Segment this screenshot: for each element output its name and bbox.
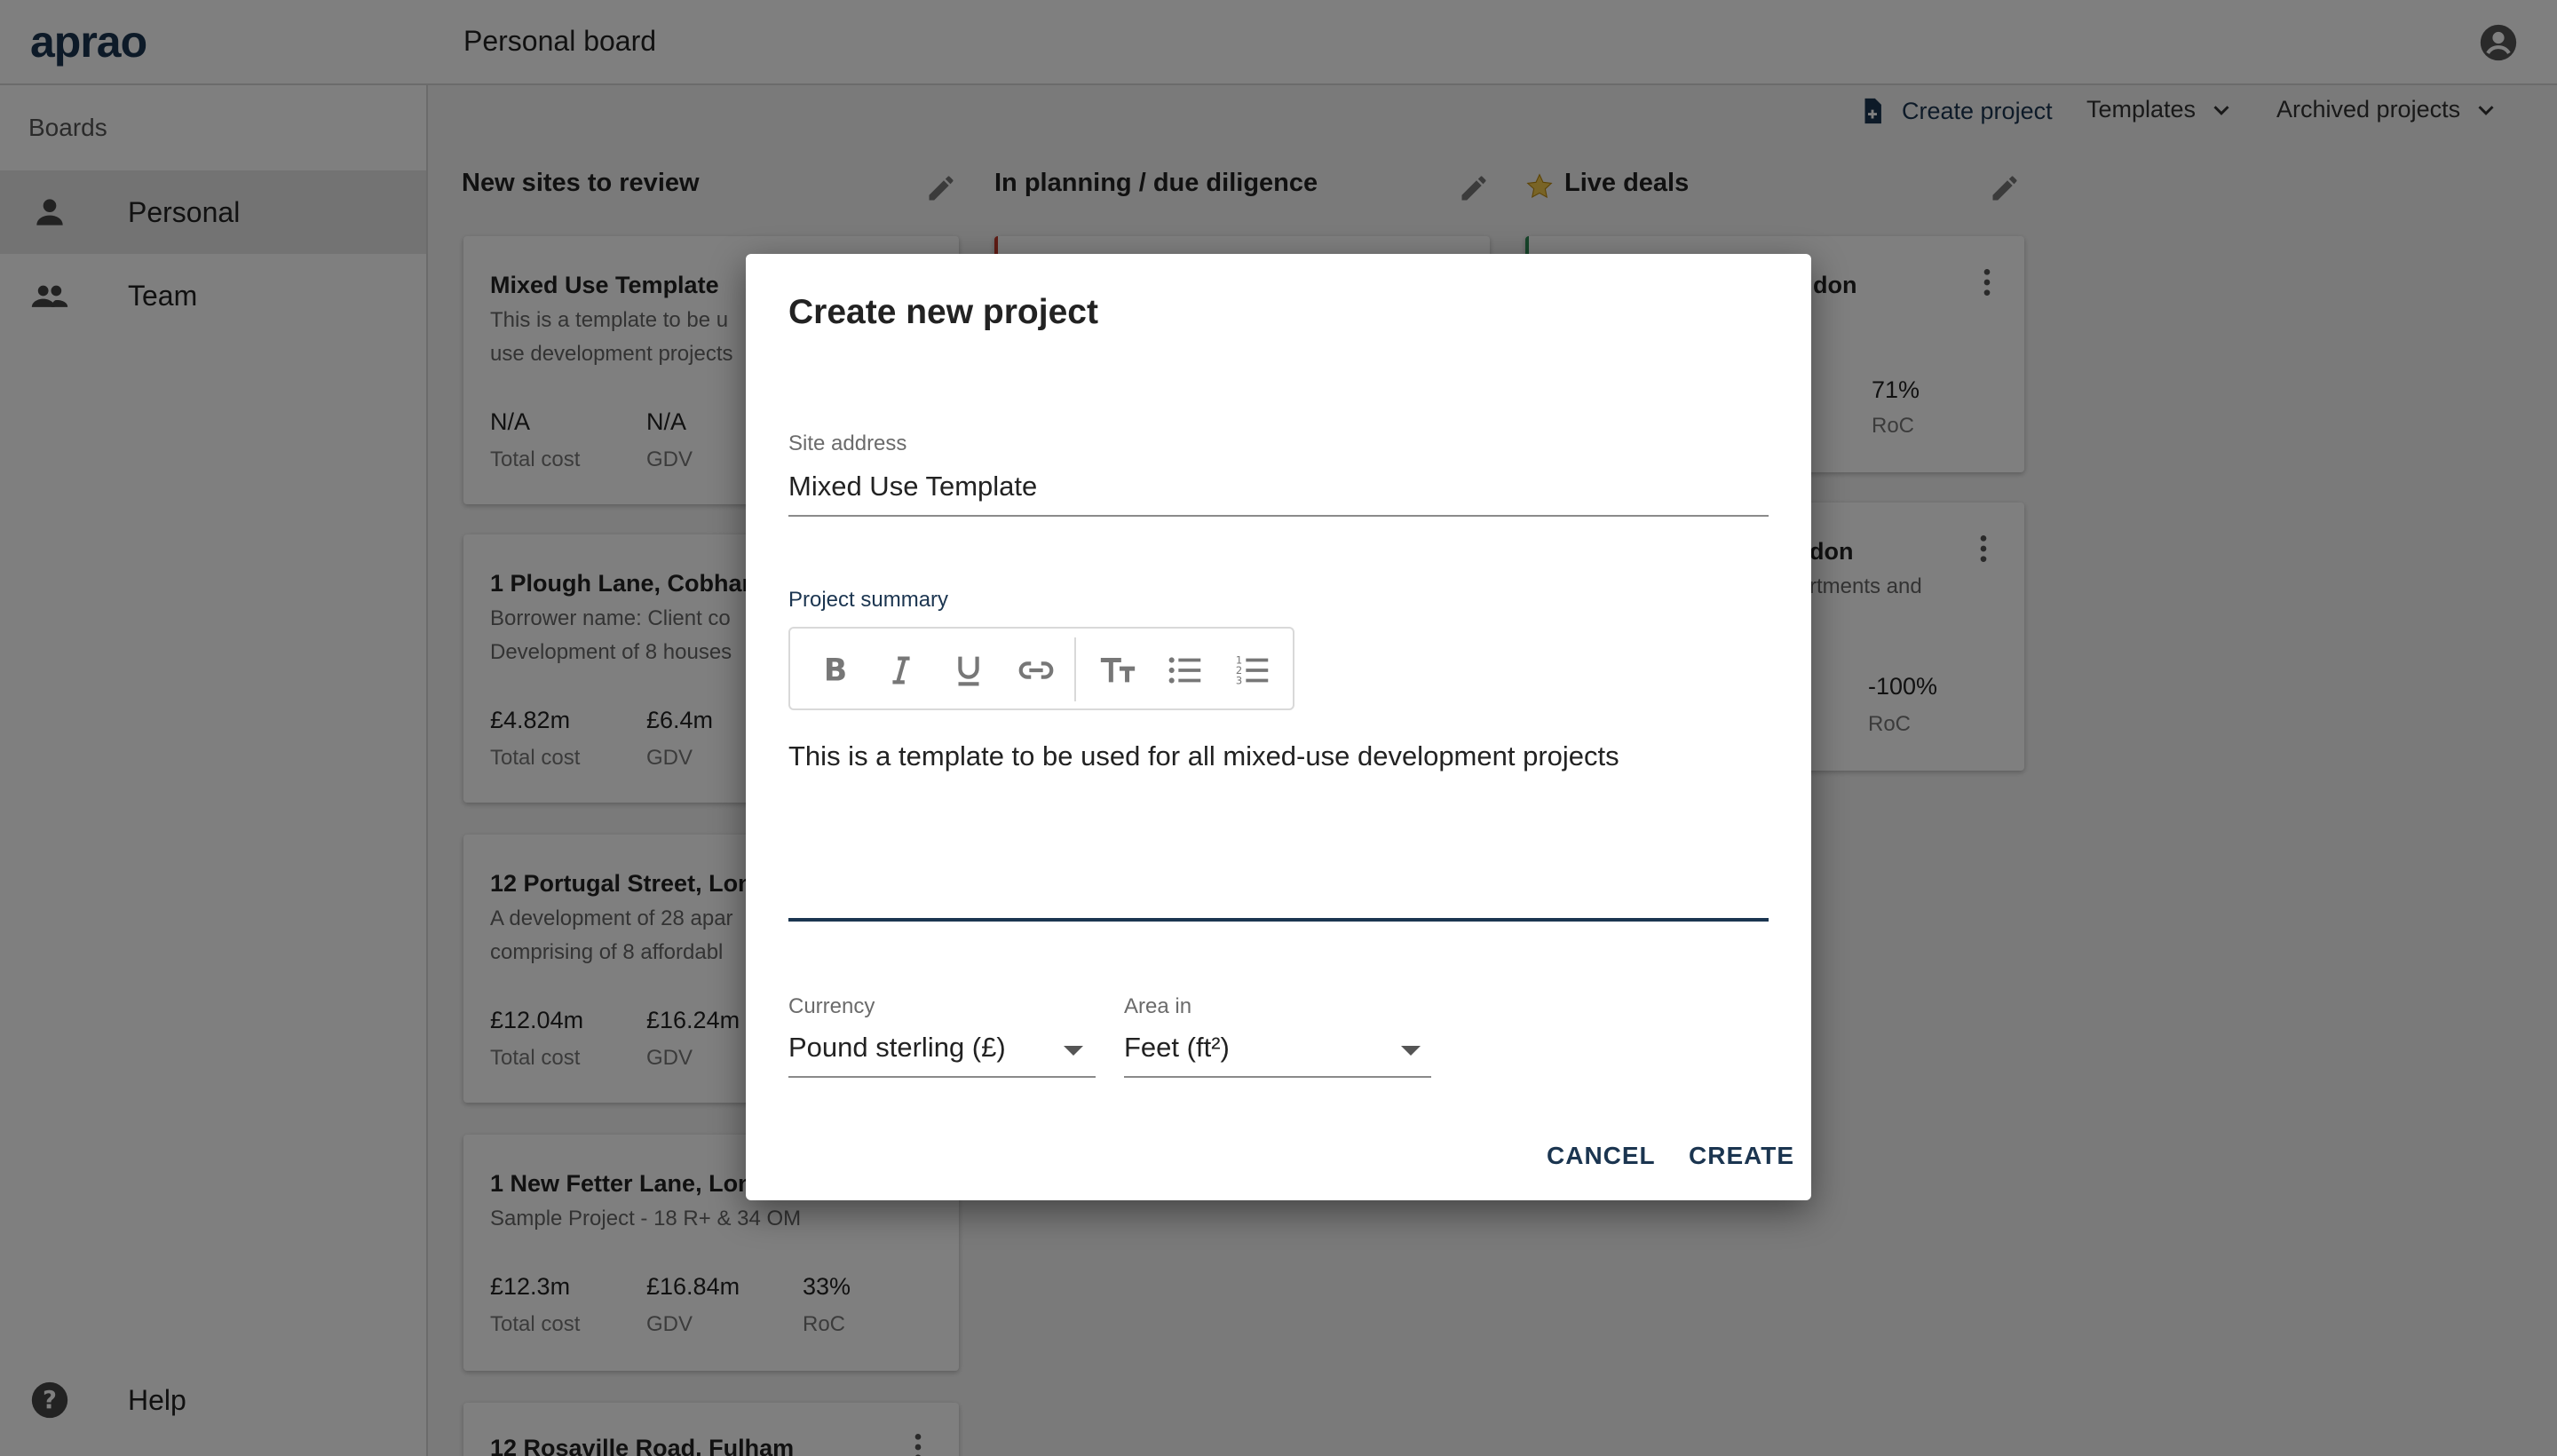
- bold-icon[interactable]: B: [815, 650, 856, 691]
- create-project-dialog: Create new project Site address Mixed Us…: [746, 254, 1811, 1200]
- currency-label: Currency: [788, 994, 875, 1018]
- currency-dropdown-arrow-icon[interactable]: [1064, 1046, 1083, 1056]
- project-summary-editor[interactable]: This is a template to be used for all mi…: [788, 740, 1619, 772]
- currency-select[interactable]: Pound sterling (£): [788, 1032, 1006, 1064]
- area-label: Area in: [1124, 994, 1192, 1018]
- dialog-title: Create new project: [788, 293, 1098, 331]
- area-underline: [1124, 1076, 1431, 1078]
- bulleted-list-icon[interactable]: [1165, 650, 1206, 691]
- svg-text:B: B: [824, 653, 847, 689]
- link-icon[interactable]: [1016, 650, 1057, 691]
- project-summary-label: Project summary: [788, 588, 949, 612]
- area-select[interactable]: Feet (ft²): [1124, 1032, 1230, 1064]
- text-size-icon[interactable]: [1097, 650, 1138, 691]
- area-dropdown-arrow-icon[interactable]: [1401, 1046, 1421, 1056]
- project-summary-underline: [788, 918, 1769, 922]
- rich-text-toolbar: B 123: [788, 627, 1294, 710]
- site-address-input[interactable]: Mixed Use Template: [788, 471, 1037, 502]
- numbered-list-icon[interactable]: 123: [1232, 650, 1273, 691]
- site-address-underline: [788, 515, 1769, 517]
- toolbar-divider: [1074, 637, 1076, 701]
- italic-icon[interactable]: [881, 650, 922, 691]
- underline-icon[interactable]: [948, 650, 989, 691]
- currency-underline: [788, 1076, 1096, 1078]
- create-button[interactable]: CREATE: [1689, 1142, 1794, 1170]
- svg-text:3: 3: [1236, 674, 1242, 686]
- site-address-label: Site address: [788, 431, 907, 455]
- cancel-button[interactable]: CANCEL: [1547, 1142, 1656, 1170]
